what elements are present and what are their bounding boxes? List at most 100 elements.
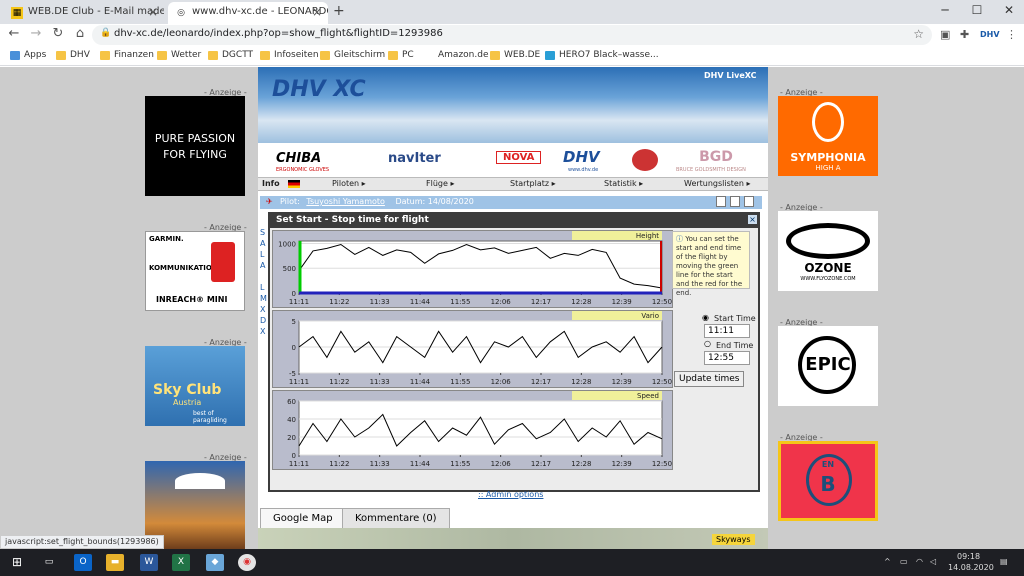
bookmark-amazon[interactable]: Amazon.de <box>424 50 488 60</box>
notification-icon[interactable]: ▤ <box>1000 557 1008 566</box>
bookmark-dgctt[interactable]: DGCTT <box>208 50 253 60</box>
x-tick-label: 11:55 <box>450 298 470 306</box>
y-tick-label: 5 <box>292 318 296 326</box>
sponsor-naviter[interactable]: navIter <box>388 151 441 166</box>
new-tab-button[interactable]: + <box>333 3 345 19</box>
bookmark-finanzen[interactable]: Finanzen <box>100 50 154 60</box>
menu-icon[interactable]: ⋮ <box>1006 28 1017 41</box>
forward-icon[interactable]: → <box>26 26 46 41</box>
bookmark-apps[interactable]: Apps <box>10 50 46 60</box>
german-flag-icon[interactable] <box>288 180 300 188</box>
reload-icon[interactable]: ↻ <box>48 26 68 41</box>
set-time-dialog: Set Start - Stop time for flight × Heigh… <box>268 212 760 492</box>
word-icon[interactable]: W <box>140 554 158 571</box>
app-icon[interactable]: ◆ <box>206 554 224 571</box>
tray-network-icon[interactable]: ▭ <box>900 557 908 566</box>
sponsor-text: BRUCE GOLDSMITH DESIGN <box>676 167 746 173</box>
x-tick-label: 12:17 <box>531 298 551 306</box>
bookmark-gleitschirm[interactable]: Gleitschirm <box>320 50 385 60</box>
update-times-button[interactable]: Update times <box>674 371 745 387</box>
maximize-icon[interactable]: ☐ <box>962 3 992 17</box>
task-view-icon[interactable]: ▭ <box>40 554 58 571</box>
ad-garmin[interactable]: GARMIN. KOMMUNIKATION INREACH® MINI <box>145 231 245 311</box>
map-preview[interactable] <box>258 528 768 550</box>
ad-epic[interactable]: EPIC <box>778 326 878 406</box>
paraglider-small-icon: ✈ <box>266 197 273 206</box>
start-time-field[interactable]: 11:11 <box>704 324 750 338</box>
bookmark-infoseiten[interactable]: Infoseiten <box>260 50 319 60</box>
admin-options-link[interactable]: :: Admin options <box>478 490 543 499</box>
chrome-icon[interactable]: ◉ <box>238 554 256 571</box>
ad-en-b[interactable]: EN B <box>778 441 878 521</box>
sponsor-bgd-logo[interactable]: BGD <box>676 149 756 165</box>
windows-start-icon[interactable]: ⊞ <box>8 554 26 571</box>
chart-title: Height <box>636 232 659 240</box>
bookmark-wetter[interactable]: Wetter <box>157 50 201 60</box>
sponsor-dhv[interactable]: DHV <box>563 148 600 166</box>
sponsor-nova[interactable]: NOVA <box>496 151 542 164</box>
sponsor-emblem-icon[interactable] <box>632 149 658 171</box>
skyways-label[interactable]: Skyways <box>712 534 755 545</box>
extension-icon[interactable]: ▣ <box>940 28 950 41</box>
bookmark-hero7[interactable]: HERO7 Black–wasse... <box>545 50 659 60</box>
plot-area <box>298 400 663 456</box>
file-explorer-icon[interactable]: ▬ <box>106 554 124 571</box>
tray-wifi-icon[interactable]: ◠ <box>916 557 923 566</box>
menu-wertungslisten[interactable]: Wertungslisten ▸ <box>684 179 750 188</box>
bookmark-webde[interactable]: WEB.DE <box>490 50 540 60</box>
bookmark-label: Apps <box>24 50 47 60</box>
site-logo[interactable]: DHV XC <box>272 77 366 102</box>
close-tab-icon[interactable]: × <box>148 5 158 19</box>
menu-fluege[interactable]: Flüge ▸ <box>426 179 454 188</box>
bookmark-dhv[interactable]: DHV <box>56 50 90 60</box>
print-icon[interactable] <box>716 196 726 207</box>
dhv-extension-icon[interactable]: DHV <box>980 30 1000 39</box>
livexc-link[interactable]: DHV LiveXC <box>704 71 757 80</box>
menu-info[interactable]: Info <box>262 179 280 188</box>
menu-startplatz[interactable]: Startplatz ▸ <box>510 179 556 188</box>
back-icon[interactable]: ← <box>4 26 24 41</box>
excel-icon[interactable]: X <box>172 554 190 571</box>
google-earth-icon[interactable] <box>730 196 740 207</box>
sponsor-text: ERGONOMIC GLOVES <box>276 167 330 173</box>
home-icon[interactable]: ⌂ <box>70 26 90 41</box>
tab-kommentare[interactable]: Kommentare (0) <box>342 508 450 528</box>
tab-google-map[interactable]: Google Map <box>260 508 346 528</box>
minimize-icon[interactable]: ─ <box>930 3 960 17</box>
end-radio[interactable]: ○ <box>704 339 711 348</box>
menu-piloten[interactable]: Piloten ▸ <box>332 179 366 188</box>
close-window-icon[interactable]: ✕ <box>994 3 1024 17</box>
bookmark-pc[interactable]: PC <box>388 50 414 60</box>
chart-title: Vario <box>641 312 659 320</box>
tab-leonardo[interactable]: ◎ www.dhv-xc.de - LEONARDO × <box>168 2 328 24</box>
ad-symphonia[interactable]: SYMPHONIA HIGH A <box>778 96 878 176</box>
x-tick-label: 11:22 <box>329 298 349 306</box>
bookmark-star-icon[interactable]: ☆ <box>913 27 924 41</box>
ad-skyclub[interactable]: Sky Club Austria best of paragliding <box>145 346 245 426</box>
outlook-icon[interactable]: O <box>74 554 92 571</box>
tray-volume-icon[interactable]: ◁ <box>930 557 936 566</box>
end-time-field[interactable]: 12:55 <box>704 351 750 365</box>
bookmark-label: Amazon.de <box>438 50 489 60</box>
height-chart[interactable]: Height 0 500 1000 11:11 11:22 11:33 11:44 11:55 1… <box>272 230 673 308</box>
x-tick-label: 11:55 <box>450 460 470 468</box>
ad-pure-passion[interactable]: PURE PASSION FOR FLYING <box>145 96 245 196</box>
vario-chart: Vario 5 0 -5 11:11 11:22 11:33 11:44 11:55 12:06 1… <box>272 310 673 388</box>
height-chart-svg: Height 0 500 1000 11:11 11:22 11:33 11:44 11:55 1… <box>278 231 672 306</box>
start-radio[interactable]: ◉ <box>702 313 709 322</box>
close-tab-icon[interactable]: × <box>312 5 322 19</box>
puzzle-icon[interactable]: ✚ <box>960 28 969 41</box>
apps-grid-icon <box>10 51 20 60</box>
dialog-close-icon[interactable]: × <box>748 215 757 224</box>
sponsor-chiba[interactable]: CHIBA <box>276 151 321 166</box>
browser-status-bar: javascript:set_flight_bounds(1293986) <box>0 535 164 549</box>
y-tick-label: 60 <box>287 398 296 406</box>
taskbar-time: 09:18 <box>957 552 981 561</box>
download-icon[interactable] <box>744 196 754 207</box>
tab-webde[interactable]: ▦ WEB.DE Club - E-Mail made in Ge × <box>4 2 164 24</box>
pilot-name-link[interactable]: Tsuyoshi Yamamoto <box>306 197 385 206</box>
menu-statistik[interactable]: Statistik ▸ <box>604 179 643 188</box>
tray-chevron-icon[interactable]: ^ <box>884 557 891 566</box>
address-bar[interactable]: 🔒 dhv-xc.de/leonardo/index.php?op=show_f… <box>92 25 932 45</box>
ad-ozone[interactable]: OZONE WWW.FLYOZONE.COM <box>778 211 878 291</box>
